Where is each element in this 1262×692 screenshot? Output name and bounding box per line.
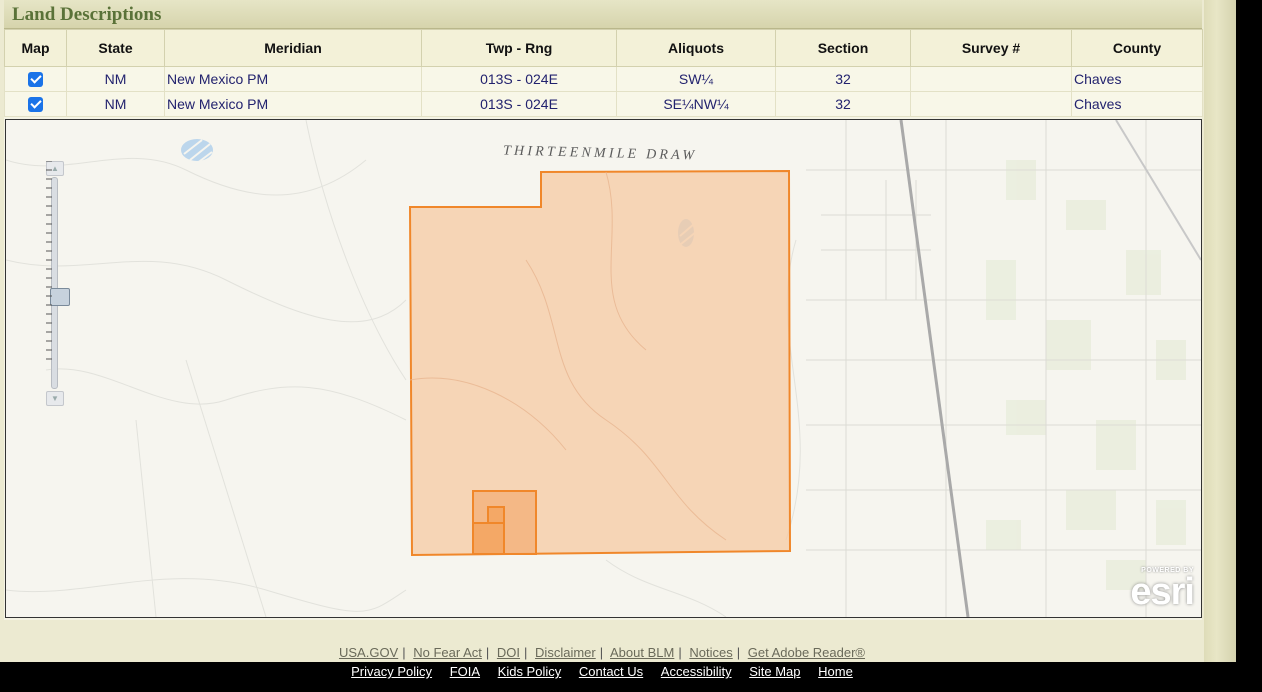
footer-link-adobe-reader[interactable]: Get Adobe Reader® [748,645,865,660]
column-header-twp-rng[interactable]: Twp - Rng [421,29,617,67]
footer-bar: Privacy Policy FOIA Kids Policy Contact … [0,662,1262,692]
aliquots-cell: SE¼NW¼ [616,91,776,117]
column-header-county[interactable]: County [1071,29,1203,67]
column-header-state[interactable]: State [66,29,165,67]
county-cell: Chaves [1071,91,1203,117]
meridian-cell: New Mexico PM [164,66,422,92]
state-cell: NM [66,91,165,117]
zoom-ticks [46,161,52,360]
esri-logo: POWERED BY esri [1114,567,1195,613]
column-header-aliquots[interactable]: Aliquots [616,29,776,67]
map-checkbox[interactable] [28,97,43,113]
footer-link-contact-us[interactable]: Contact Us [579,664,643,679]
parcel-highlight[interactable] [408,169,792,557]
county-cell: Chaves [1071,66,1203,92]
table-row: NM New Mexico PM 013S - 024E SW¼ 32 Chav… [4,66,1203,92]
state-cell: NM [66,66,165,92]
twp-rng-cell: 013S - 024E [421,66,617,92]
survey-cell [910,66,1072,92]
map-view[interactable]: THIRTEENMILE DRAW ▲ ▼ POWERED BY esri [5,119,1202,618]
column-header-meridian[interactable]: Meridian [164,29,422,67]
column-header-survey[interactable]: Survey # [910,29,1072,67]
map-cell [4,66,67,92]
footer-link-site-map[interactable]: Site Map [749,664,800,679]
footer-link-notices[interactable]: Notices [689,645,732,660]
table-header-row: Map State Meridian Twp - Rng Aliquots Se… [4,29,1203,67]
aliquots-cell: SW¼ [616,66,776,92]
footer-link-no-fear-act[interactable]: No Fear Act [413,645,482,660]
section-header: Land Descriptions [4,0,1202,29]
land-descriptions-table: Map State Meridian Twp - Rng Aliquots Se… [4,29,1203,117]
footer-link-disclaimer[interactable]: Disclaimer [535,645,596,660]
footer-link-foia[interactable]: FOIA [450,664,480,679]
meridian-cell: New Mexico PM [164,91,422,117]
footer-link-home[interactable]: Home [818,664,853,679]
survey-cell [910,91,1072,117]
footer-link-doi[interactable]: DOI [497,645,520,660]
footer-link-accessibility[interactable]: Accessibility [661,664,732,679]
section-cell: 32 [775,66,911,92]
parcel-subdivision[interactable] [487,506,505,524]
zoom-out-button[interactable]: ▼ [46,391,64,406]
column-header-map[interactable]: Map [4,29,67,67]
section-cell: 32 [775,91,911,117]
zoom-slider[interactable]: ▲ ▼ [46,161,70,407]
column-header-section[interactable]: Section [775,29,911,67]
footer-link-about-blm[interactable]: About BLM [610,645,674,660]
basemap [6,120,1201,617]
footer-link-kids-policy[interactable]: Kids Policy [498,664,562,679]
table-row: NM New Mexico PM 013S - 024E SE¼NW¼ 32 C… [4,91,1203,117]
map-cell [4,91,67,117]
frame-border [1204,0,1236,662]
twp-rng-cell: 013S - 024E [421,91,617,117]
footer-links-primary: USA.GOV | No Fear Act | DOI | Disclaimer | A… [338,645,866,660]
section-title: Land Descriptions [12,4,162,25]
footer-link-usagov[interactable]: USA.GOV [339,645,398,660]
footer-link-privacy-policy[interactable]: Privacy Policy [351,664,432,679]
esri-wordmark: esri [1130,571,1195,613]
parcel-se-nw-quarter[interactable] [472,522,505,555]
map-checkbox[interactable] [28,72,43,88]
